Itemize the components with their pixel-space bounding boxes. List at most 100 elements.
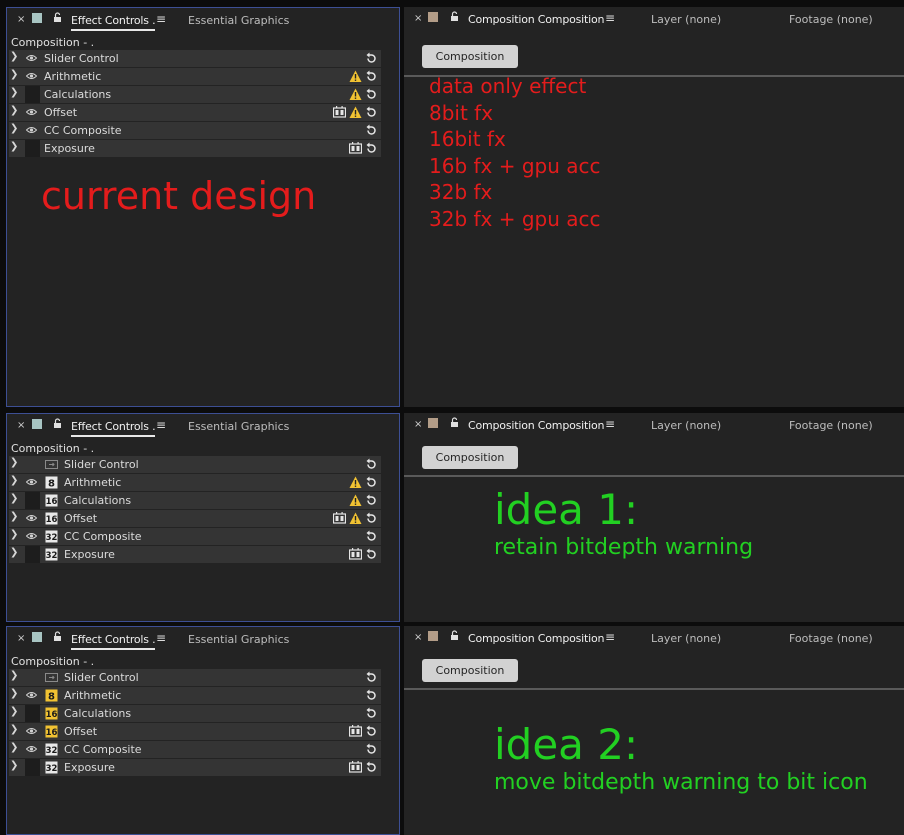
lock-icon[interactable] [450, 11, 459, 22]
effect-row-offset[interactable]: ❯ 16 Offset [9, 723, 381, 740]
panel-menu-icon[interactable]: ≡ [605, 630, 615, 644]
effect-row-slider-control[interactable]: ❯ Slider Control [9, 669, 381, 686]
reset-icon[interactable] [365, 124, 378, 137]
reset-icon[interactable] [365, 52, 378, 65]
panel-menu-icon[interactable]: ≡ [605, 11, 615, 25]
effect-row-exposure[interactable]: ❯ 32 Exposure [9, 759, 381, 776]
chevron-right-icon[interactable]: ❯ [10, 51, 18, 62]
effect-row-calculations[interactable]: ❯ Calculations [9, 86, 381, 103]
effect-row-offset[interactable]: ❯ Offset [9, 104, 381, 121]
reset-icon[interactable] [365, 530, 378, 543]
visibility-toggle[interactable] [25, 723, 40, 740]
chevron-right-icon[interactable]: ❯ [10, 706, 18, 717]
panel-menu-icon[interactable]: ≡ [156, 12, 166, 26]
close-icon[interactable]: × [414, 632, 422, 643]
chevron-right-icon[interactable]: ❯ [10, 87, 18, 98]
tab-layer[interactable]: Layer (none) [651, 13, 721, 26]
chevron-right-icon[interactable]: ❯ [10, 670, 18, 681]
close-icon[interactable]: × [17, 633, 25, 644]
tab-layer[interactable]: Layer (none) [651, 419, 721, 432]
tab-effect-controls[interactable]: Effect Controls . [71, 420, 156, 437]
tab-footage[interactable]: Footage (none) [789, 632, 873, 645]
chevron-right-icon[interactable]: ❯ [10, 547, 18, 558]
reset-icon[interactable] [365, 512, 378, 525]
visibility-toggle[interactable] [25, 86, 40, 103]
close-icon[interactable]: × [17, 14, 25, 25]
effect-row-slider-control[interactable]: ❯ Slider Control [9, 50, 381, 67]
chevron-right-icon[interactable]: ❯ [10, 724, 18, 735]
chevron-right-icon[interactable]: ❯ [10, 141, 18, 152]
effect-row-calculations[interactable]: ❯ 16 Calculations [9, 705, 381, 722]
lock-icon[interactable] [450, 417, 459, 428]
effect-row-calculations[interactable]: ❯ 16 Calculations [9, 492, 381, 509]
effect-row-arithmetic[interactable]: ❯ 8 Arithmetic [9, 687, 381, 704]
visibility-toggle[interactable] [25, 140, 40, 157]
visibility-toggle[interactable] [25, 50, 40, 67]
visibility-toggle[interactable] [25, 68, 40, 85]
reset-icon[interactable] [365, 106, 378, 119]
reset-icon[interactable] [365, 548, 378, 561]
reset-icon[interactable] [365, 761, 378, 774]
close-icon[interactable]: × [17, 420, 25, 431]
reset-icon[interactable] [365, 458, 378, 471]
effect-row-exposure[interactable]: ❯ Exposure [9, 140, 381, 157]
composition-button[interactable]: Composition [422, 45, 518, 68]
composition-button[interactable]: Composition [422, 446, 518, 469]
close-icon[interactable]: × [414, 13, 422, 24]
tab-essential-graphics[interactable]: Essential Graphics [188, 14, 289, 27]
visibility-toggle[interactable] [25, 104, 40, 121]
chevron-right-icon[interactable]: ❯ [10, 123, 18, 134]
tab-composition[interactable]: Composition Composition [468, 13, 604, 26]
effect-row-slider-control[interactable]: ❯ Slider Control [9, 456, 381, 473]
reset-icon[interactable] [365, 142, 378, 155]
visibility-toggle[interactable] [25, 492, 40, 509]
reset-icon[interactable] [365, 88, 378, 101]
reset-icon[interactable] [365, 707, 378, 720]
chevron-right-icon[interactable]: ❯ [10, 760, 18, 771]
chevron-right-icon[interactable]: ❯ [10, 742, 18, 753]
reset-icon[interactable] [365, 671, 378, 684]
visibility-toggle[interactable] [25, 705, 40, 722]
effect-row-arithmetic[interactable]: ❯ 8 Arithmetic [9, 474, 381, 491]
chevron-right-icon[interactable]: ❯ [10, 457, 18, 468]
tab-composition[interactable]: Composition Composition [468, 632, 604, 645]
visibility-toggle[interactable] [25, 669, 40, 686]
composition-button[interactable]: Composition [422, 659, 518, 682]
lock-icon[interactable] [53, 418, 62, 429]
tab-footage[interactable]: Footage (none) [789, 13, 873, 26]
reset-icon[interactable] [365, 70, 378, 83]
effect-row-cc-composite[interactable]: ❯ 32 CC Composite [9, 741, 381, 758]
visibility-toggle[interactable] [25, 741, 40, 758]
visibility-toggle[interactable] [25, 122, 40, 139]
effect-row-cc-composite[interactable]: ❯ CC Composite [9, 122, 381, 139]
lock-icon[interactable] [53, 12, 62, 23]
tab-composition[interactable]: Composition Composition [468, 419, 604, 432]
effect-row-cc-composite[interactable]: ❯ 32 CC Composite [9, 528, 381, 545]
chevron-right-icon[interactable]: ❯ [10, 511, 18, 522]
lock-icon[interactable] [450, 630, 459, 641]
visibility-toggle[interactable] [25, 456, 40, 473]
visibility-toggle[interactable] [25, 546, 40, 563]
reset-icon[interactable] [365, 494, 378, 507]
effect-row-arithmetic[interactable]: ❯ Arithmetic [9, 68, 381, 85]
effect-row-exposure[interactable]: ❯ 32 Exposure [9, 546, 381, 563]
close-icon[interactable]: × [414, 419, 422, 430]
tab-footage[interactable]: Footage (none) [789, 419, 873, 432]
tab-essential-graphics[interactable]: Essential Graphics [188, 633, 289, 646]
visibility-toggle[interactable] [25, 510, 40, 527]
visibility-toggle[interactable] [25, 528, 40, 545]
tab-layer[interactable]: Layer (none) [651, 632, 721, 645]
lock-icon[interactable] [53, 631, 62, 642]
chevron-right-icon[interactable]: ❯ [10, 475, 18, 486]
chevron-right-icon[interactable]: ❯ [10, 69, 18, 80]
visibility-toggle[interactable] [25, 687, 40, 704]
tab-effect-controls[interactable]: Effect Controls . [71, 14, 156, 31]
chevron-right-icon[interactable]: ❯ [10, 493, 18, 504]
chevron-right-icon[interactable]: ❯ [10, 688, 18, 699]
panel-menu-icon[interactable]: ≡ [156, 631, 166, 645]
effect-row-offset[interactable]: ❯ 16 Offset [9, 510, 381, 527]
reset-icon[interactable] [365, 689, 378, 702]
reset-icon[interactable] [365, 476, 378, 489]
visibility-toggle[interactable] [25, 759, 40, 776]
panel-menu-icon[interactable]: ≡ [156, 418, 166, 432]
